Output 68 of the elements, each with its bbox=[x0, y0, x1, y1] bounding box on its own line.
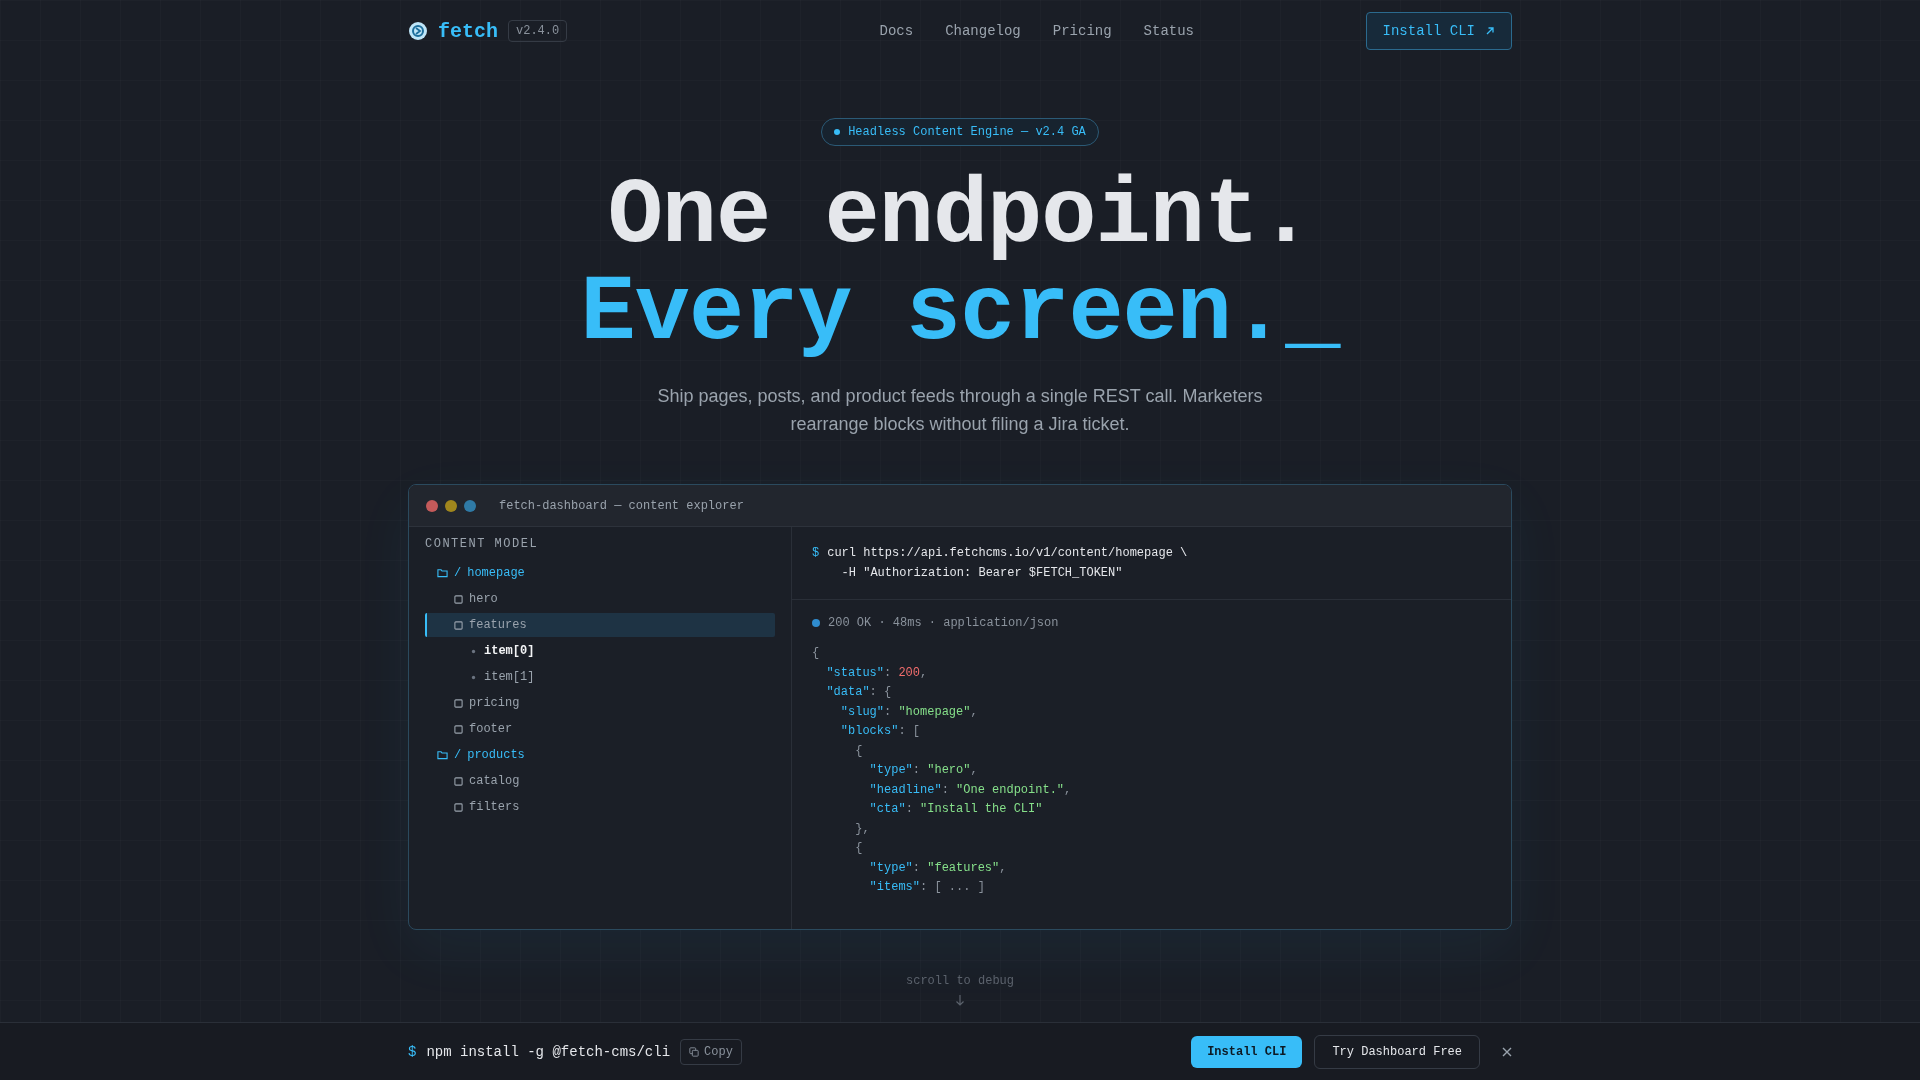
response-status: 200 OK · 48ms · application/json bbox=[828, 616, 1059, 630]
code-line: "headline": "One endpoint.", bbox=[868, 781, 1073, 799]
arrow-up-right-icon bbox=[1485, 26, 1495, 36]
version-tag: v2.4.0 bbox=[508, 20, 568, 42]
sidebar-heading: CONTENT MODEL bbox=[425, 537, 540, 551]
arrow-down-icon bbox=[955, 994, 965, 1006]
folder-icon bbox=[437, 750, 448, 760]
folder-item[interactable]: / homepage bbox=[425, 561, 775, 585]
bullet-icon bbox=[471, 648, 476, 654]
code-line: "status": 200, bbox=[825, 664, 929, 682]
code-line: { bbox=[854, 840, 864, 857]
tree-item[interactable]: hero bbox=[425, 587, 775, 611]
code-line: "cta": "Install the CLI" bbox=[868, 801, 1044, 818]
try-dashboard-button[interactable]: Try Dashboard Free bbox=[1314, 1034, 1480, 1069]
command-line: -H "Authorization: Bearer $FETCH_TOKEN" bbox=[840, 565, 1124, 582]
square-icon bbox=[454, 724, 463, 734]
nav-link[interactable]: Status bbox=[1143, 23, 1194, 39]
nav-link[interactable]: Pricing bbox=[1052, 23, 1112, 39]
headline-accent: Every screen._ bbox=[580, 265, 1340, 362]
code-line: "blocks": [ bbox=[839, 723, 922, 740]
square-icon bbox=[454, 776, 463, 786]
close-icon[interactable] bbox=[1502, 1046, 1512, 1057]
prompt-sign: $ bbox=[812, 545, 820, 562]
headline: One endpoint. bbox=[607, 168, 1313, 265]
tree-item[interactable]: item[1] bbox=[425, 665, 775, 689]
minimize-dot[interactable] bbox=[445, 499, 457, 512]
window-title: fetch-dashboard — content explorer bbox=[499, 498, 744, 513]
square-icon bbox=[454, 620, 463, 630]
tree-item[interactable]: catalog bbox=[425, 769, 775, 793]
code-line: { bbox=[812, 645, 821, 662]
install-command: npm install -g @fetch-cms/cli bbox=[426, 1043, 671, 1060]
logo-icon bbox=[408, 21, 428, 41]
tree-item[interactable]: pricing bbox=[425, 691, 775, 715]
path-slash: / bbox=[454, 748, 462, 762]
badge-text: Headless Content Engine — v2.4 GA bbox=[848, 125, 1086, 139]
square-icon bbox=[454, 698, 463, 708]
nav-link[interactable]: Docs bbox=[879, 23, 914, 39]
code-line: "type": "features", bbox=[868, 859, 1008, 877]
tree-item[interactable]: footer bbox=[425, 717, 775, 741]
code-line: }, bbox=[854, 820, 871, 838]
folder-item[interactable]: / products bbox=[425, 743, 775, 767]
tree-item[interactable]: item[0] bbox=[425, 639, 775, 663]
code-line: "slug": "homepage", bbox=[839, 703, 979, 721]
copy-icon bbox=[689, 1046, 700, 1057]
bullet-icon bbox=[471, 674, 476, 680]
badge-dot bbox=[834, 129, 841, 135]
nav-link[interactable]: Changelog bbox=[945, 23, 1021, 39]
status-dot bbox=[812, 619, 820, 627]
scroll-hint: scroll to debug bbox=[906, 974, 1014, 988]
brand-name[interactable]: fetch bbox=[438, 19, 498, 43]
install-cli-button[interactable]: Install CLI bbox=[1365, 12, 1512, 50]
maximize-dot[interactable] bbox=[464, 499, 476, 512]
code-line: "items": [ ... ] bbox=[868, 879, 986, 896]
command-line: curl https://api.fetchcms.io/v1/content/homepage \ bbox=[827, 545, 1188, 562]
code-line: { bbox=[854, 742, 864, 760]
tree-item[interactable]: features bbox=[425, 613, 775, 637]
path-slash: / bbox=[454, 566, 462, 580]
hero-subtitle: Ship pages, posts, and product feeds through a single REST call. Marketers rearrange blocks without filing a Jira ticket. bbox=[656, 385, 1264, 436]
code-line: "type": "hero", bbox=[868, 762, 979, 779]
install-cli-button[interactable]: Install CLI bbox=[1191, 1035, 1303, 1068]
prompt-sign: $ bbox=[408, 1043, 417, 1060]
folder-icon bbox=[437, 568, 448, 578]
code-line: "data": { bbox=[825, 684, 893, 701]
square-icon bbox=[454, 594, 463, 604]
tree-item[interactable]: filters bbox=[425, 795, 775, 819]
square-icon bbox=[454, 802, 463, 812]
close-dot[interactable] bbox=[426, 499, 438, 512]
copy-button[interactable]: Copy bbox=[680, 1038, 742, 1065]
